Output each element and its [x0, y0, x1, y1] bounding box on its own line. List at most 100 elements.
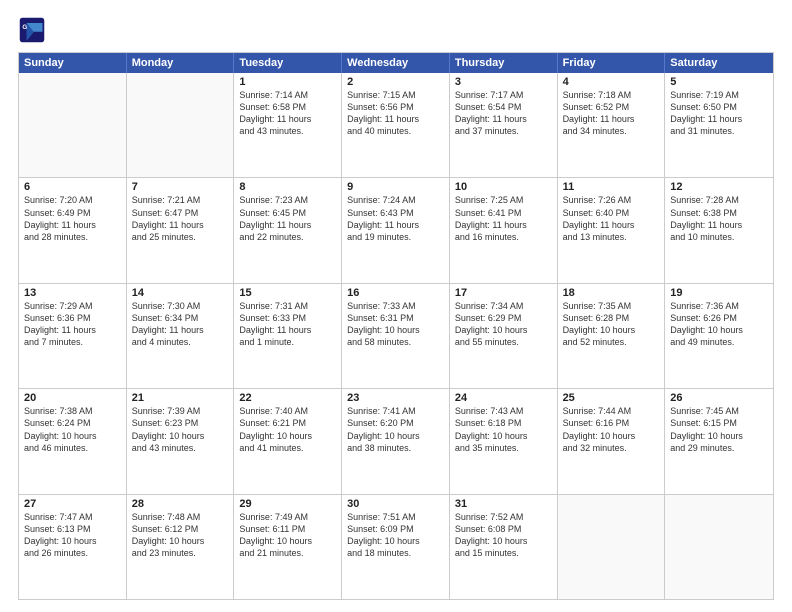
header-day-sunday: Sunday: [19, 53, 127, 73]
header: G: [18, 16, 774, 44]
day-info: Sunrise: 7:23 AM Sunset: 6:45 PM Dayligh…: [239, 194, 336, 243]
day-number: 15: [239, 287, 336, 299]
calendar-cell: 24Sunrise: 7:43 AM Sunset: 6:18 PM Dayli…: [450, 389, 558, 493]
header-day-friday: Friday: [558, 53, 666, 73]
day-info: Sunrise: 7:33 AM Sunset: 6:31 PM Dayligh…: [347, 300, 444, 349]
calendar-cell: 25Sunrise: 7:44 AM Sunset: 6:16 PM Dayli…: [558, 389, 666, 493]
calendar-row-2: 13Sunrise: 7:29 AM Sunset: 6:36 PM Dayli…: [19, 283, 773, 388]
day-number: 11: [563, 181, 660, 193]
day-info: Sunrise: 7:41 AM Sunset: 6:20 PM Dayligh…: [347, 405, 444, 454]
calendar-cell: 17Sunrise: 7:34 AM Sunset: 6:29 PM Dayli…: [450, 284, 558, 388]
calendar-cell: 16Sunrise: 7:33 AM Sunset: 6:31 PM Dayli…: [342, 284, 450, 388]
day-number: 2: [347, 76, 444, 88]
day-number: 12: [670, 181, 768, 193]
day-info: Sunrise: 7:36 AM Sunset: 6:26 PM Dayligh…: [670, 300, 768, 349]
calendar-row-1: 6Sunrise: 7:20 AM Sunset: 6:49 PM Daylig…: [19, 177, 773, 282]
calendar-cell: 30Sunrise: 7:51 AM Sunset: 6:09 PM Dayli…: [342, 495, 450, 599]
day-number: 3: [455, 76, 552, 88]
day-number: 7: [132, 181, 229, 193]
header-day-thursday: Thursday: [450, 53, 558, 73]
day-number: 1: [239, 76, 336, 88]
day-info: Sunrise: 7:51 AM Sunset: 6:09 PM Dayligh…: [347, 511, 444, 560]
calendar-cell: [19, 73, 127, 177]
day-info: Sunrise: 7:45 AM Sunset: 6:15 PM Dayligh…: [670, 405, 768, 454]
day-info: Sunrise: 7:35 AM Sunset: 6:28 PM Dayligh…: [563, 300, 660, 349]
day-number: 29: [239, 498, 336, 510]
calendar-cell: 26Sunrise: 7:45 AM Sunset: 6:15 PM Dayli…: [665, 389, 773, 493]
day-info: Sunrise: 7:34 AM Sunset: 6:29 PM Dayligh…: [455, 300, 552, 349]
day-info: Sunrise: 7:39 AM Sunset: 6:23 PM Dayligh…: [132, 405, 229, 454]
logo-icon: G: [18, 16, 46, 44]
day-info: Sunrise: 7:28 AM Sunset: 6:38 PM Dayligh…: [670, 194, 768, 243]
calendar-cell: [665, 495, 773, 599]
calendar-cell: 21Sunrise: 7:39 AM Sunset: 6:23 PM Dayli…: [127, 389, 235, 493]
calendar-cell: 12Sunrise: 7:28 AM Sunset: 6:38 PM Dayli…: [665, 178, 773, 282]
calendar-cell: 7Sunrise: 7:21 AM Sunset: 6:47 PM Daylig…: [127, 178, 235, 282]
day-number: 14: [132, 287, 229, 299]
calendar-cell: 23Sunrise: 7:41 AM Sunset: 6:20 PM Dayli…: [342, 389, 450, 493]
day-info: Sunrise: 7:29 AM Sunset: 6:36 PM Dayligh…: [24, 300, 121, 349]
day-info: Sunrise: 7:43 AM Sunset: 6:18 PM Dayligh…: [455, 405, 552, 454]
page: G SundayMondayTuesdayWednesdayThursdayFr…: [0, 0, 792, 612]
day-info: Sunrise: 7:52 AM Sunset: 6:08 PM Dayligh…: [455, 511, 552, 560]
day-info: Sunrise: 7:20 AM Sunset: 6:49 PM Dayligh…: [24, 194, 121, 243]
day-number: 6: [24, 181, 121, 193]
day-number: 19: [670, 287, 768, 299]
calendar-cell: 13Sunrise: 7:29 AM Sunset: 6:36 PM Dayli…: [19, 284, 127, 388]
header-day-tuesday: Tuesday: [234, 53, 342, 73]
day-number: 24: [455, 392, 552, 404]
day-number: 21: [132, 392, 229, 404]
day-info: Sunrise: 7:40 AM Sunset: 6:21 PM Dayligh…: [239, 405, 336, 454]
day-number: 16: [347, 287, 444, 299]
calendar-cell: 2Sunrise: 7:15 AM Sunset: 6:56 PM Daylig…: [342, 73, 450, 177]
day-number: 13: [24, 287, 121, 299]
day-number: 5: [670, 76, 768, 88]
calendar-row-0: 1Sunrise: 7:14 AM Sunset: 6:58 PM Daylig…: [19, 73, 773, 177]
day-info: Sunrise: 7:31 AM Sunset: 6:33 PM Dayligh…: [239, 300, 336, 349]
day-number: 30: [347, 498, 444, 510]
header-day-wednesday: Wednesday: [342, 53, 450, 73]
calendar-cell: 4Sunrise: 7:18 AM Sunset: 6:52 PM Daylig…: [558, 73, 666, 177]
day-number: 25: [563, 392, 660, 404]
day-number: 9: [347, 181, 444, 193]
logo: G: [18, 16, 50, 44]
calendar-cell: 5Sunrise: 7:19 AM Sunset: 6:50 PM Daylig…: [665, 73, 773, 177]
day-info: Sunrise: 7:24 AM Sunset: 6:43 PM Dayligh…: [347, 194, 444, 243]
calendar-cell: 19Sunrise: 7:36 AM Sunset: 6:26 PM Dayli…: [665, 284, 773, 388]
day-number: 20: [24, 392, 121, 404]
svg-text:G: G: [22, 24, 27, 31]
calendar: SundayMondayTuesdayWednesdayThursdayFrid…: [18, 52, 774, 600]
day-info: Sunrise: 7:14 AM Sunset: 6:58 PM Dayligh…: [239, 89, 336, 138]
calendar-row-3: 20Sunrise: 7:38 AM Sunset: 6:24 PM Dayli…: [19, 388, 773, 493]
calendar-cell: [558, 495, 666, 599]
calendar-cell: 1Sunrise: 7:14 AM Sunset: 6:58 PM Daylig…: [234, 73, 342, 177]
day-number: 26: [670, 392, 768, 404]
calendar-cell: 29Sunrise: 7:49 AM Sunset: 6:11 PM Dayli…: [234, 495, 342, 599]
day-info: Sunrise: 7:18 AM Sunset: 6:52 PM Dayligh…: [563, 89, 660, 138]
day-info: Sunrise: 7:30 AM Sunset: 6:34 PM Dayligh…: [132, 300, 229, 349]
calendar-cell: 18Sunrise: 7:35 AM Sunset: 6:28 PM Dayli…: [558, 284, 666, 388]
calendar-cell: 6Sunrise: 7:20 AM Sunset: 6:49 PM Daylig…: [19, 178, 127, 282]
day-number: 27: [24, 498, 121, 510]
day-info: Sunrise: 7:49 AM Sunset: 6:11 PM Dayligh…: [239, 511, 336, 560]
calendar-cell: 20Sunrise: 7:38 AM Sunset: 6:24 PM Dayli…: [19, 389, 127, 493]
calendar-header: SundayMondayTuesdayWednesdayThursdayFrid…: [19, 53, 773, 73]
day-info: Sunrise: 7:17 AM Sunset: 6:54 PM Dayligh…: [455, 89, 552, 138]
day-number: 17: [455, 287, 552, 299]
calendar-body: 1Sunrise: 7:14 AM Sunset: 6:58 PM Daylig…: [19, 73, 773, 599]
calendar-cell: 10Sunrise: 7:25 AM Sunset: 6:41 PM Dayli…: [450, 178, 558, 282]
day-number: 28: [132, 498, 229, 510]
calendar-cell: 22Sunrise: 7:40 AM Sunset: 6:21 PM Dayli…: [234, 389, 342, 493]
day-info: Sunrise: 7:38 AM Sunset: 6:24 PM Dayligh…: [24, 405, 121, 454]
day-number: 18: [563, 287, 660, 299]
header-day-monday: Monday: [127, 53, 235, 73]
day-info: Sunrise: 7:44 AM Sunset: 6:16 PM Dayligh…: [563, 405, 660, 454]
calendar-cell: 11Sunrise: 7:26 AM Sunset: 6:40 PM Dayli…: [558, 178, 666, 282]
day-info: Sunrise: 7:15 AM Sunset: 6:56 PM Dayligh…: [347, 89, 444, 138]
day-number: 8: [239, 181, 336, 193]
day-info: Sunrise: 7:25 AM Sunset: 6:41 PM Dayligh…: [455, 194, 552, 243]
day-info: Sunrise: 7:26 AM Sunset: 6:40 PM Dayligh…: [563, 194, 660, 243]
calendar-cell: [127, 73, 235, 177]
day-number: 22: [239, 392, 336, 404]
calendar-cell: 28Sunrise: 7:48 AM Sunset: 6:12 PM Dayli…: [127, 495, 235, 599]
